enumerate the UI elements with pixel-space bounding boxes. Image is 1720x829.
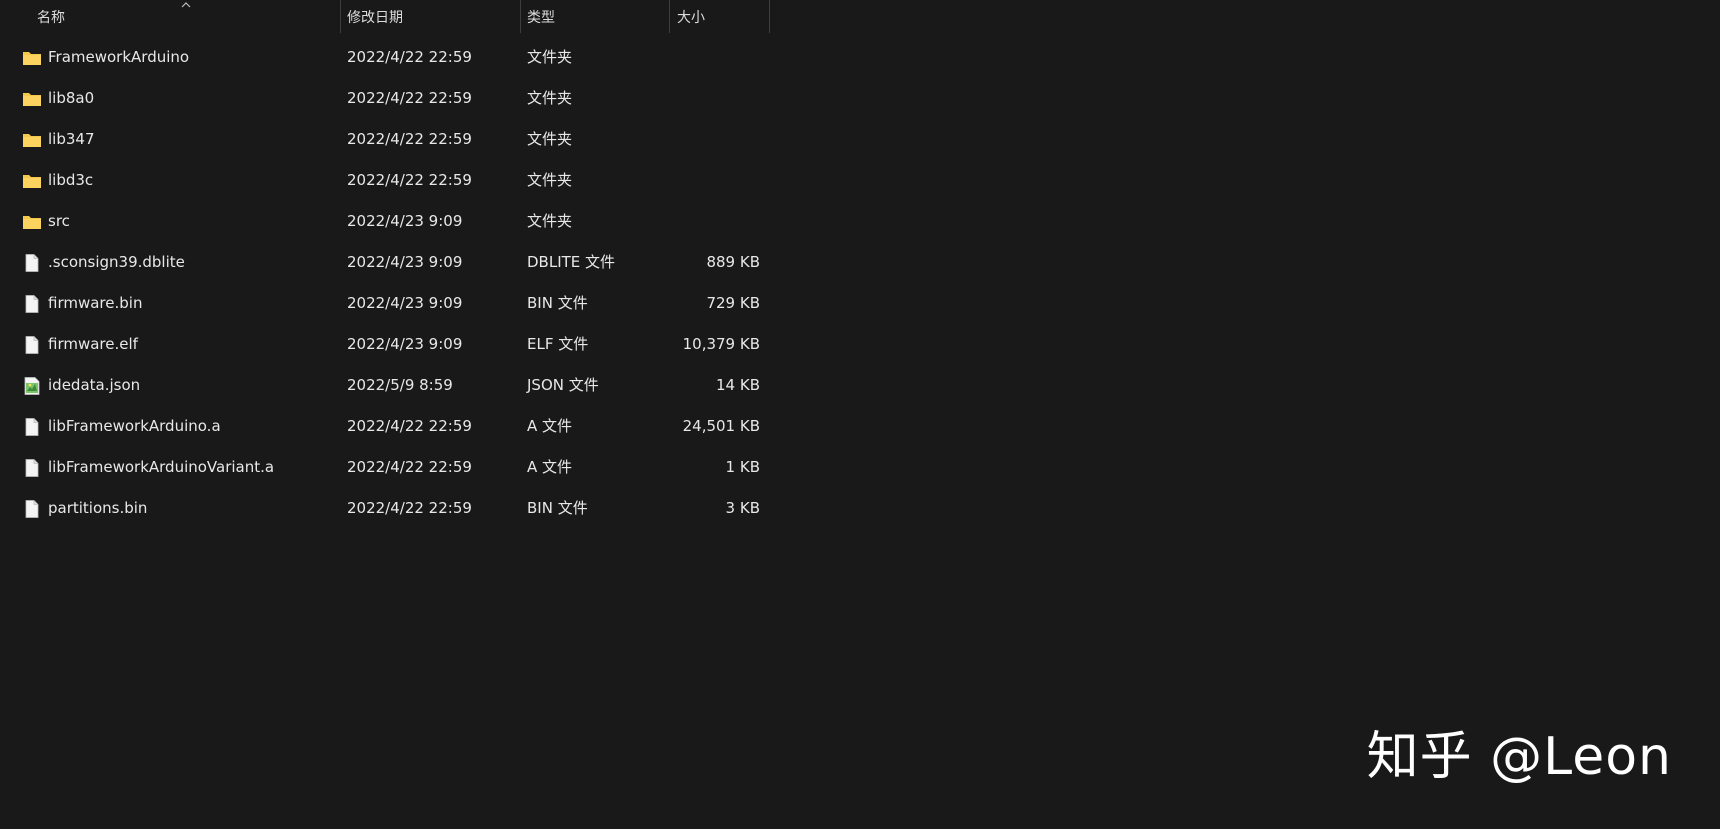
file-size xyxy=(660,119,760,160)
file-type: A 文件 xyxy=(527,458,573,476)
file-date: 2022/4/22 22:59 xyxy=(347,171,472,189)
file-name: .sconsign39.dblite xyxy=(48,253,185,271)
file-row[interactable]: firmware.bin 2022/4/23 9:09 BIN 文件 729 K… xyxy=(0,283,770,324)
file-type: 文件夹 xyxy=(527,212,573,230)
column-header-date[interactable]: 修改日期 xyxy=(347,0,517,33)
file-date: 2022/4/23 9:09 xyxy=(347,253,463,271)
folder-icon xyxy=(23,93,41,106)
file-type: ELF 文件 xyxy=(527,335,589,353)
file-date: 2022/4/22 22:59 xyxy=(347,130,472,148)
file-type: 文件夹 xyxy=(527,130,573,148)
file-type: BIN 文件 xyxy=(527,499,588,517)
file-type: BIN 文件 xyxy=(527,294,588,312)
column-header-date-label: 修改日期 xyxy=(347,9,403,26)
file-type: 文件夹 xyxy=(527,89,573,107)
file-size: 3 KB xyxy=(725,499,760,517)
file-date: 2022/4/22 22:59 xyxy=(347,417,472,435)
file-name: libd3c xyxy=(48,171,94,189)
file-date: 2022/4/22 22:59 xyxy=(347,458,472,476)
column-divider[interactable] xyxy=(669,0,670,33)
file-row[interactable]: lib347 2022/4/22 22:59 文件夹 xyxy=(0,119,770,160)
file-size: 889 KB xyxy=(706,253,760,271)
file-list: FrameworkArduino 2022/4/22 22:59 文件夹 lib… xyxy=(0,37,770,529)
file-date: 2022/5/9 8:59 xyxy=(347,376,453,394)
file-size xyxy=(660,37,760,78)
file-name: partitions.bin xyxy=(48,499,148,517)
file-date: 2022/4/22 22:59 xyxy=(347,89,472,107)
folder-icon xyxy=(23,52,41,65)
file-size: 10,379 KB xyxy=(682,335,760,353)
file-size: 14 KB xyxy=(716,376,760,394)
file-name: FrameworkArduino xyxy=(48,48,190,66)
column-header-name-label: 名称 xyxy=(37,9,65,26)
file-name: firmware.elf xyxy=(48,335,138,353)
file-size xyxy=(660,160,760,201)
sort-ascending-icon xyxy=(181,2,191,8)
column-header-type-label: 类型 xyxy=(527,9,555,26)
file-size xyxy=(660,201,760,242)
file-row[interactable]: lib8a0 2022/4/22 22:59 文件夹 xyxy=(0,78,770,119)
file-name: src xyxy=(48,212,70,230)
file-icon xyxy=(25,500,39,518)
json-file-icon xyxy=(24,377,40,395)
file-type: 文件夹 xyxy=(527,48,573,66)
file-row[interactable]: libFrameworkArduino.a 2022/4/22 22:59 A … xyxy=(0,406,770,447)
file-type: JSON 文件 xyxy=(527,376,599,394)
watermark: 知乎 @Leon xyxy=(1366,727,1672,787)
file-size: 729 KB xyxy=(706,294,760,312)
file-date: 2022/4/23 9:09 xyxy=(347,294,463,312)
file-row[interactable]: idedata.json 2022/5/9 8:59 JSON 文件 14 KB xyxy=(0,365,770,406)
file-icon xyxy=(25,336,39,354)
file-icon xyxy=(25,254,39,272)
file-date: 2022/4/22 22:59 xyxy=(347,48,472,66)
column-divider[interactable] xyxy=(769,0,770,33)
file-icon xyxy=(25,418,39,436)
file-row[interactable]: .sconsign39.dblite 2022/4/23 9:09 DBLITE… xyxy=(0,242,770,283)
file-date: 2022/4/22 22:59 xyxy=(347,499,472,517)
column-divider[interactable] xyxy=(520,0,521,33)
folder-icon xyxy=(23,134,41,147)
file-date: 2022/4/23 9:09 xyxy=(347,212,463,230)
file-row[interactable]: firmware.elf 2022/4/23 9:09 ELF 文件 10,37… xyxy=(0,324,770,365)
file-name: lib347 xyxy=(48,130,95,148)
file-row[interactable]: libFrameworkArduinoVariant.a 2022/4/22 2… xyxy=(0,447,770,488)
folder-icon xyxy=(23,175,41,188)
file-row[interactable]: FrameworkArduino 2022/4/22 22:59 文件夹 xyxy=(0,37,770,78)
file-row[interactable]: src 2022/4/23 9:09 文件夹 xyxy=(0,201,770,242)
file-explorer: 名称 修改日期 类型 大小 FrameworkArduino 2022/4/22… xyxy=(0,0,1720,829)
column-header-bar: 名称 修改日期 类型 大小 xyxy=(0,0,770,35)
file-row[interactable]: partitions.bin 2022/4/22 22:59 BIN 文件 3 … xyxy=(0,488,770,529)
file-size: 1 KB xyxy=(725,458,760,476)
file-name: idedata.json xyxy=(48,376,141,394)
file-name: libFrameworkArduino.a xyxy=(48,417,221,435)
file-name: lib8a0 xyxy=(48,89,95,107)
file-type: A 文件 xyxy=(527,417,573,435)
file-size xyxy=(660,78,760,119)
column-header-type[interactable]: 类型 xyxy=(527,0,667,33)
file-size: 24,501 KB xyxy=(682,417,760,435)
file-row[interactable]: libd3c 2022/4/22 22:59 文件夹 xyxy=(0,160,770,201)
file-name: libFrameworkArduinoVariant.a xyxy=(48,458,275,476)
folder-icon xyxy=(23,216,41,229)
column-header-size-label: 大小 xyxy=(677,9,705,26)
file-icon xyxy=(25,459,39,477)
file-date: 2022/4/23 9:09 xyxy=(347,335,463,353)
file-type: 文件夹 xyxy=(527,171,573,189)
file-type: DBLITE 文件 xyxy=(527,253,616,271)
column-divider[interactable] xyxy=(340,0,341,33)
file-name: firmware.bin xyxy=(48,294,143,312)
column-header-size[interactable]: 大小 xyxy=(677,0,767,33)
file-icon xyxy=(25,295,39,313)
